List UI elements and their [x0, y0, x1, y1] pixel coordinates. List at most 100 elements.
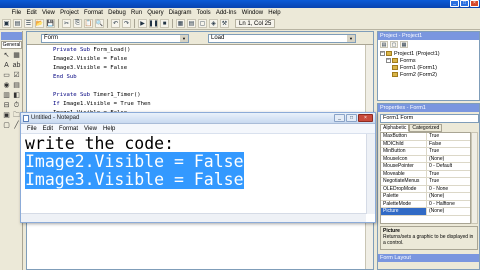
property-row[interactable]: MinButton True	[381, 148, 470, 156]
toolbox-tool-icon[interactable]: ◉	[2, 81, 11, 90]
properties-window-icon[interactable]: ▤	[187, 19, 196, 28]
toolbox-tool-icon[interactable]: A	[2, 61, 11, 70]
toolbox-tab-general[interactable]: General	[1, 41, 22, 49]
property-row[interactable]: PaletteMode 0 - Halftone	[381, 200, 470, 208]
property-row[interactable]: Picture (None)	[381, 208, 470, 216]
find-icon[interactable]: 🔍	[95, 19, 104, 28]
code-line: Image2.Visible = False	[53, 55, 127, 64]
paste-icon[interactable]: 📋	[84, 19, 93, 28]
code-line: If Image1.Visible = True Then	[53, 100, 151, 109]
menu-window[interactable]: Window	[239, 8, 266, 18]
toolbox-tool-icon[interactable]: ⏱	[12, 101, 21, 110]
project-tree-item[interactable]: Form1 (Form1)	[380, 65, 478, 72]
toolbox-tool-icon[interactable]: ▭	[2, 71, 11, 80]
copy-icon[interactable]: ⎘	[73, 19, 82, 28]
chevron-down-icon[interactable]: ▼	[180, 35, 188, 42]
toolbar-separator	[134, 19, 135, 28]
tree-expander-icon[interactable]: −	[380, 51, 385, 57]
toolbox-tool-icon[interactable]: ↖	[2, 51, 11, 60]
properties-tab-categorized[interactable]: Categorized	[409, 124, 443, 132]
property-row[interactable]: Palette (None)	[381, 193, 470, 201]
minimize-button[interactable]: _	[450, 0, 459, 7]
project-explorer-icon[interactable]: ▦	[176, 19, 185, 28]
cut-icon[interactable]: ✂	[62, 19, 71, 28]
open-icon[interactable]: 📂	[35, 19, 44, 28]
end-icon[interactable]: ■	[160, 19, 169, 28]
property-name: PaletteMode	[381, 200, 427, 207]
view-object-icon[interactable]: ▢	[390, 41, 398, 48]
code-keyword: Private Sub	[53, 47, 94, 53]
property-name: MDIChild	[381, 140, 427, 147]
menu-diagram[interactable]: Diagram	[166, 8, 194, 18]
procedure-combo[interactable]: Load ▼	[208, 34, 356, 43]
properties-window: Properties - Form1 Form1 Form Alphabetic…	[377, 103, 480, 270]
menu-addins[interactable]: Add-Ins	[213, 8, 239, 18]
properties-title: Properties - Form1	[378, 104, 479, 112]
notepad-horizontal-scrollbar[interactable]	[21, 213, 366, 222]
property-row[interactable]: OLEDropMode 0 - None	[381, 185, 470, 193]
property-row[interactable]: MousePointer 0 - Default	[381, 163, 470, 171]
property-row[interactable]: Moveable True	[381, 170, 470, 178]
code-text: Timer1_Timer()	[93, 92, 141, 98]
menu-format[interactable]: Format	[81, 8, 105, 18]
toggle-folders-icon[interactable]: ▦	[400, 41, 408, 48]
menu-tools[interactable]: Tools	[194, 8, 213, 18]
toolbox-tool-icon[interactable]: ▥	[2, 91, 11, 100]
menu-project[interactable]: Project	[57, 8, 81, 18]
tree-expander-icon[interactable]: −	[386, 58, 391, 64]
toolbox-tool-icon[interactable]: ☑	[12, 71, 21, 80]
redo-icon[interactable]: ↷	[122, 19, 131, 28]
notepad-menu-help[interactable]: Help	[100, 124, 118, 134]
undo-icon[interactable]: ↶	[111, 19, 120, 28]
property-row[interactable]: NegotiateMenus True	[381, 178, 470, 186]
break-icon[interactable]: ❚❚	[148, 19, 159, 28]
notepad-menu-edit[interactable]: Edit	[40, 124, 56, 134]
notepad-menu-format[interactable]: Format	[56, 124, 81, 134]
notepad-menu-view[interactable]: View	[81, 124, 100, 134]
toolbox-tool-icon[interactable]: ▦	[12, 51, 21, 60]
menu-edit[interactable]: Edit	[24, 8, 40, 18]
add-form-icon[interactable]: ▤	[13, 19, 22, 28]
toolbox-tool-icon[interactable]: ◧	[12, 91, 21, 100]
notepad-maximize-button[interactable]: □	[346, 114, 357, 122]
form-layout-icon[interactable]: ▢	[198, 19, 207, 28]
toolbox-tool-icon[interactable]: ab	[12, 61, 21, 70]
project-tree-item[interactable]: − Project1 (Project1)	[380, 51, 478, 58]
properties-scrollbar[interactable]	[471, 132, 478, 224]
property-row[interactable]: MaxButton True	[381, 133, 470, 141]
toolbox-tool-icon[interactable]: ▤	[12, 81, 21, 90]
code-line: Image3.Visible = False	[53, 64, 127, 73]
code-text: Image1.Visible = True Then	[63, 101, 151, 107]
project-tree-item[interactable]: − Forms	[380, 58, 478, 65]
menu-help[interactable]: Help	[266, 8, 284, 18]
object-combo[interactable]: Form ▼	[41, 34, 189, 43]
property-row[interactable]: MDIChild False	[381, 140, 470, 148]
properties-object-combo[interactable]: Form1 Form	[380, 114, 479, 123]
object-browser-icon[interactable]: ◈	[209, 19, 218, 28]
notepad-vertical-scrollbar[interactable]	[366, 134, 375, 214]
notepad-menu-file[interactable]: File	[24, 124, 40, 134]
toolbox-tool-icon[interactable]: ▢	[2, 121, 11, 130]
properties-tab-alphabetic[interactable]: Alphabetic	[380, 124, 410, 132]
property-row[interactable]: MouseIcon (None)	[381, 155, 470, 163]
toolbox-icon[interactable]: ⚒	[220, 19, 229, 28]
menu-editor-icon[interactable]: ☰	[24, 19, 33, 28]
view-code-icon[interactable]: ▤	[380, 41, 388, 48]
chevron-down-icon[interactable]: ▼	[347, 35, 355, 42]
maximize-button[interactable]: □	[460, 0, 469, 7]
notepad-text-area[interactable]: write the code: Image2.Visible = False I…	[25, 135, 244, 189]
menu-run[interactable]: Run	[128, 8, 144, 18]
start-icon[interactable]: ▶	[138, 19, 147, 28]
toolbox-tool-icon[interactable]: ⊟	[2, 101, 11, 110]
menu-view[interactable]: View	[39, 8, 57, 18]
menu-query[interactable]: Query	[145, 8, 167, 18]
toolbox-tool-icon[interactable]: ▣	[2, 111, 11, 120]
notepad-close-button[interactable]: ×	[358, 114, 373, 122]
menu-debug[interactable]: Debug	[106, 8, 129, 18]
notepad-minimize-button[interactable]: _	[334, 114, 345, 122]
menu-file[interactable]: File	[9, 8, 24, 18]
add-project-icon[interactable]: ▣	[2, 19, 11, 28]
save-icon[interactable]: 💾	[46, 19, 55, 28]
close-button[interactable]: ×	[470, 0, 479, 7]
project-tree-item[interactable]: Form2 (Form2)	[380, 72, 478, 79]
